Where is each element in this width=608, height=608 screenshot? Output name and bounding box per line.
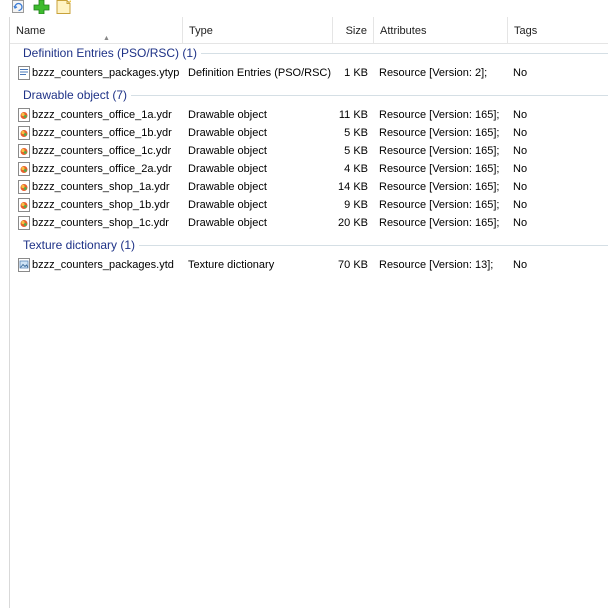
toolbar: [0, 0, 608, 17]
file-attributes: Resource [Version: 2];: [379, 67, 488, 79]
list-item[interactable]: bzzz_counters_packages.ytd Texture dicti…: [10, 256, 608, 274]
file-size: 70 KB: [338, 259, 368, 271]
file-attributes: Resource [Version: 165];: [379, 127, 500, 139]
list-item[interactable]: bzzz_counters_office_1b.ydr Drawable obj…: [10, 124, 608, 142]
file-size: 9 KB: [344, 199, 368, 211]
file-size: 11 KB: [338, 109, 368, 121]
column-attributes-header[interactable]: Attributes: [374, 17, 508, 43]
group-title: Definition Entries (PSO/RSC) (1): [23, 44, 202, 62]
file-size: 1 KB: [344, 67, 368, 79]
file-attributes: Resource [Version: 165];: [379, 109, 500, 121]
file-type: Definition Entries (PSO/RSC): [188, 67, 332, 79]
group-title: Drawable object (7): [23, 86, 132, 104]
column-size-header[interactable]: Size: [333, 17, 374, 43]
column-name-label: Name: [16, 25, 46, 37]
file-type: Drawable object: [188, 181, 267, 193]
file-attributes: Resource [Version: 165];: [379, 199, 500, 211]
column-type-header[interactable]: Type: [183, 17, 333, 43]
file-tags: No: [513, 199, 528, 211]
file-type: Drawable object: [188, 163, 267, 175]
ydr-file-icon: [17, 108, 31, 122]
file-attributes: Resource [Version: 165];: [379, 181, 500, 193]
file-size: 5 KB: [344, 127, 368, 139]
list-item[interactable]: bzzz_counters_shop_1b.ydr Drawable objec…: [10, 196, 608, 214]
file-type: Drawable object: [188, 109, 267, 121]
sort-ascending-icon: ▲: [103, 35, 110, 42]
group-header-texture-dictionary[interactable]: Texture dictionary (1): [10, 236, 608, 254]
file-name: bzzz_counters_office_2a.ydr: [32, 163, 172, 175]
group-title: Texture dictionary (1): [23, 236, 140, 254]
file-attributes: Resource [Version: 165];: [379, 163, 500, 175]
file-type: Drawable object: [188, 217, 267, 229]
group-divider: [185, 53, 608, 54]
file-tags: No: [513, 163, 528, 175]
column-type-label: Type: [189, 25, 213, 37]
column-tags-header[interactable]: Tags: [508, 17, 608, 43]
new-file-icon[interactable]: [56, 0, 73, 17]
file-name: bzzz_counters_office_1c.ydr: [32, 145, 172, 157]
ydr-file-icon: [17, 198, 31, 212]
file-tags: No: [513, 259, 528, 271]
file-size: 20 KB: [338, 217, 368, 229]
group-divider: [130, 95, 608, 96]
ydr-file-icon: [17, 180, 31, 194]
ydr-file-icon: [17, 126, 31, 140]
file-name: bzzz_counters_shop_1b.ydr: [32, 199, 170, 211]
file-name: bzzz_counters_office_1b.ydr: [32, 127, 172, 139]
file-tags: No: [513, 217, 528, 229]
list-item[interactable]: bzzz_counters_packages.ytyp Definition E…: [10, 64, 608, 82]
group-divider: [136, 245, 608, 246]
column-header: Name ▲ Type Size Attributes Tags: [10, 17, 608, 44]
file-name: bzzz_counters_packages.ytyp: [32, 67, 180, 79]
file-name: bzzz_counters_packages.ytd: [32, 259, 174, 271]
list-item[interactable]: bzzz_counters_office_1a.ydr Drawable obj…: [10, 106, 608, 124]
file-type: Drawable object: [188, 145, 267, 157]
file-tags: No: [513, 145, 528, 157]
group-header-definition-entries[interactable]: Definition Entries (PSO/RSC) (1): [10, 44, 608, 62]
ydr-file-icon: [17, 162, 31, 176]
column-size-label: Size: [345, 25, 367, 37]
list-item[interactable]: bzzz_counters_office_2a.ydr Drawable obj…: [10, 160, 608, 178]
ydr-file-icon: [17, 144, 31, 158]
list-item[interactable]: bzzz_counters_office_1c.ydr Drawable obj…: [10, 142, 608, 160]
list-item[interactable]: bzzz_counters_shop_1c.ydr Drawable objec…: [10, 214, 608, 232]
group-header-drawable-object[interactable]: Drawable object (7): [10, 86, 608, 104]
add-icon[interactable]: [33, 0, 50, 17]
file-attributes: Resource [Version: 165];: [379, 145, 500, 157]
file-name: bzzz_counters_shop_1c.ydr: [32, 217, 169, 229]
ytd-file-icon: [17, 258, 31, 272]
column-name-header[interactable]: Name: [10, 17, 183, 43]
file-tags: No: [513, 109, 528, 121]
file-tags: No: [513, 67, 528, 79]
file-attributes: Resource [Version: 165];: [379, 217, 500, 229]
file-type: Texture dictionary: [188, 259, 275, 271]
file-size: 5 KB: [344, 145, 368, 157]
file-type: Drawable object: [188, 199, 267, 211]
refresh-icon[interactable]: [12, 0, 25, 17]
file-name: bzzz_counters_shop_1a.ydr: [32, 181, 170, 193]
file-tags: No: [513, 181, 528, 193]
list-item[interactable]: bzzz_counters_shop_1a.ydr Drawable objec…: [10, 178, 608, 196]
file-attributes: Resource [Version: 13];: [379, 259, 494, 271]
file-type: Drawable object: [188, 127, 267, 139]
file-tags: No: [513, 127, 528, 139]
file-size: 14 KB: [338, 181, 368, 193]
file-name: bzzz_counters_office_1a.ydr: [32, 109, 172, 121]
column-attributes-label: Attributes: [380, 25, 427, 37]
column-tags-label: Tags: [514, 25, 538, 37]
file-size: 4 KB: [344, 163, 368, 175]
ydr-file-icon: [17, 216, 31, 230]
ytyp-file-icon: [17, 66, 31, 80]
